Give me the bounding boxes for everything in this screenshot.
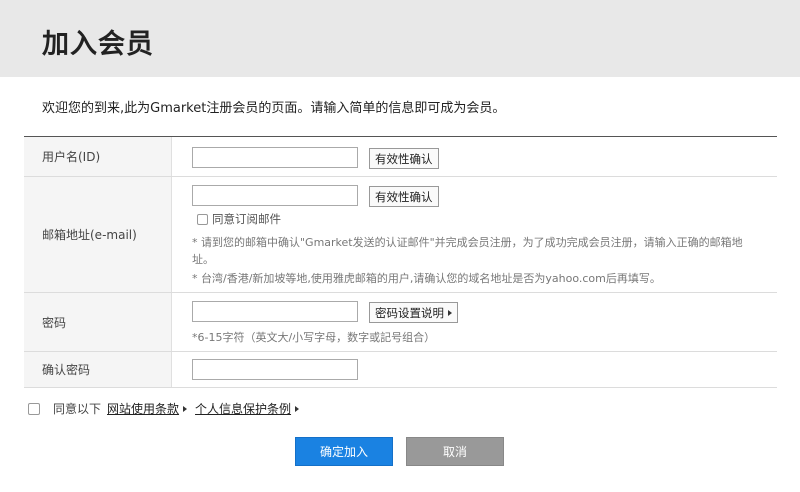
- email-check-button[interactable]: 有效性确认: [369, 186, 439, 207]
- user-id-check-button[interactable]: 有效性确认: [369, 148, 439, 169]
- chevron-right-icon: [448, 309, 452, 316]
- user-id-row: 用户名(ID) 有效性确认: [24, 137, 777, 177]
- chevron-right-icon: [183, 405, 188, 412]
- page-header: 加入会员: [0, 0, 800, 77]
- registration-form: 用户名(ID) 有效性确认 邮箱地址(e-mail) 有效性确认 同意订阅邮件 …: [24, 136, 777, 388]
- cancel-button[interactable]: 取消: [406, 437, 504, 466]
- subscribe-checkbox[interactable]: [197, 213, 208, 225]
- email-label: 邮箱地址(e-mail): [24, 177, 172, 292]
- password-label: 密码: [24, 293, 172, 351]
- email-note-yahoo: * 台湾/香港/新加坡等地,使用雅虎邮箱的用户,请确认您的域名地址是否为yaho…: [192, 272, 661, 285]
- email-row: 邮箱地址(e-mail) 有效性确认 同意订阅邮件 * 请到您的邮箱中确认"Gm…: [24, 177, 777, 293]
- confirm-password-label: 确认密码: [24, 352, 172, 387]
- subscribe-option: 同意订阅邮件: [197, 211, 281, 227]
- agree-checkbox[interactable]: [28, 402, 40, 415]
- chevron-right-icon: [295, 405, 300, 412]
- user-id-label: 用户名(ID): [24, 137, 172, 176]
- submit-button[interactable]: 确定加入: [295, 437, 393, 466]
- password-rules-button[interactable]: 密码设置说明: [369, 302, 458, 323]
- agreement: 同意以下 网站使用条款 个人信息保护条例: [28, 400, 307, 417]
- password-input[interactable]: [192, 301, 358, 322]
- intro-text: 欢迎您的到来,此为Gmarket注册会员的页面。请输入简单的信息即可成为会员。: [42, 101, 506, 116]
- password-rules-label: 密码设置说明: [375, 305, 444, 320]
- password-hint: *6-15字符（英文大/小写字母，数字或記号组合）: [192, 331, 436, 344]
- agree-prefix: 同意以下: [53, 402, 102, 416]
- email-note-verification: * 请到您的邮箱中确认"Gmarket发送的认证邮件"并完成会员注册，为了成功完…: [192, 236, 743, 266]
- password-row: 密码 密码设置说明 *6-15字符（英文大/小写字母，数字或記号组合）: [24, 293, 777, 352]
- terms-link[interactable]: 网站使用条款: [107, 400, 179, 417]
- email-input[interactable]: [192, 185, 358, 206]
- confirm-password-input[interactable]: [192, 359, 358, 380]
- subscribe-label: 同意订阅邮件: [212, 212, 281, 226]
- page-title: 加入会员: [42, 29, 154, 60]
- user-id-input[interactable]: [192, 147, 358, 168]
- privacy-link[interactable]: 个人信息保护条例: [195, 400, 291, 417]
- confirm-password-row: 确认密码: [24, 352, 777, 388]
